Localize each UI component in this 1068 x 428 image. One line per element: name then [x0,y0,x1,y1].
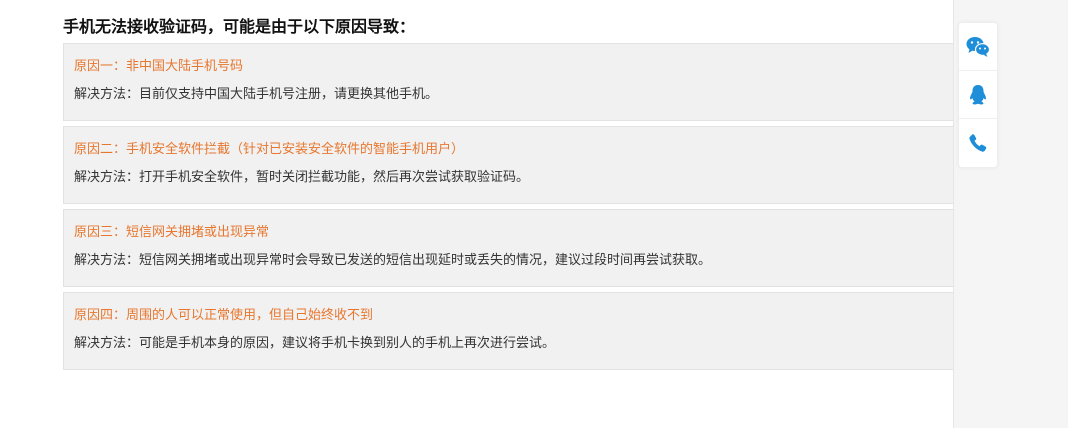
reason-title: 原因二：手机安全软件拦截（针对已安装安全软件的智能手机用户） [74,142,465,157]
page: 手机无法接收验证码，可能是由于以下原因导致： 原因一：非中国大陆手机号码 解决方… [0,0,1068,428]
reason-title: 原因四：周围的人可以正常使用，但自己始终收不到 [74,308,374,323]
reason-solution: 解决方法：可能是手机本身的原因，建议将手机卡换到别人的手机上再次进行尝试。 [74,336,556,351]
page-title: 手机无法接收验证码，可能是由于以下原因导致： [63,17,416,36]
qq-icon [970,84,986,104]
reason-box-1: 原因一：非中国大陆手机号码 解决方法：目前仅支持中国大陆手机号注册，请更换其他手… [63,43,953,121]
phone-button[interactable] [959,119,997,167]
reason-title: 原因一：非中国大陆手机号码 [74,59,244,74]
reason-box-2: 原因二：手机安全软件拦截（针对已安装安全软件的智能手机用户） 解决方法：打开手机… [63,126,953,204]
qq-button[interactable] [959,71,997,119]
reason-box-3: 原因三：短信网关拥堵或出现异常 解决方法：短信网关拥堵或出现异常时会导致已发送的… [63,209,953,287]
wechat-icon [966,36,990,57]
phone-icon [969,134,987,152]
side-toolbar [958,22,998,168]
reason-box-4: 原因四：周围的人可以正常使用，但自己始终收不到 解决方法：可能是手机本身的原因，… [63,292,953,370]
wechat-button[interactable] [959,23,997,71]
reason-solution: 解决方法：打开手机安全软件，暂时关闭拦截功能，然后再次尝试获取验证码。 [74,170,530,185]
reason-title: 原因三：短信网关拥堵或出现异常 [74,225,270,240]
help-content: 手机无法接收验证码，可能是由于以下原因导致： 原因一：非中国大陆手机号码 解决方… [63,16,953,375]
reason-solution: 解决方法：短信网关拥堵或出现异常时会导致已发送的短信出现延时或丢失的情况，建议过… [74,253,712,268]
reason-solution: 解决方法：目前仅支持中国大陆手机号注册，请更换其他手机。 [74,87,439,102]
